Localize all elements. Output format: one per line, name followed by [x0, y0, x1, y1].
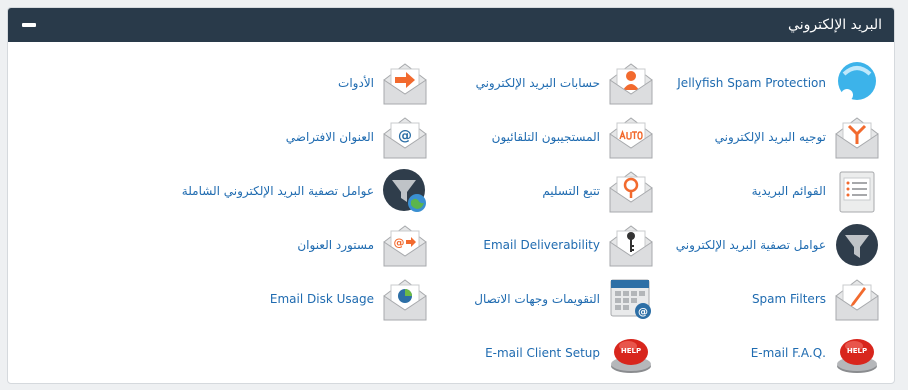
item-label: عوامل تصفية البريد الإلكتروني: [675, 238, 826, 252]
global-filter-icon: [382, 168, 428, 214]
email-routing-icon: [834, 114, 880, 160]
address-importer-icon: @: [382, 222, 428, 268]
item-label: Email Deliverability: [483, 238, 600, 252]
item-label: التقويمات وجهات الاتصال: [474, 292, 600, 306]
item-default-address[interactable]: @ العنوان الافتراضي: [158, 112, 428, 162]
item-label: E-mail Client Setup: [485, 346, 600, 360]
svg-text:@: @: [638, 307, 648, 318]
help-faq-icon: HELP: [834, 330, 880, 376]
track-delivery-icon: [608, 168, 654, 214]
item-label: تتبع التسليم: [542, 184, 600, 198]
email-accounts-icon: [608, 60, 654, 106]
default-address-icon: @: [382, 114, 428, 160]
help-client-setup-icon: HELP: [608, 330, 654, 376]
item-label: Email Disk Usage: [269, 292, 374, 306]
item-label: القوائم البريدية: [751, 184, 826, 198]
forwarders-arrow-icon: [382, 60, 428, 106]
email-panel: البريد الإلكتروني Jellyfish Spam Protect…: [7, 7, 895, 384]
deliverability-key-icon: [608, 222, 654, 268]
item-label: الأدوات: [338, 76, 374, 90]
item-forwarders[interactable]: الأدوات: [158, 58, 428, 108]
svg-text:@: @: [398, 128, 412, 144]
item-label: مستورد العنوان: [297, 238, 374, 252]
item-label: حسابات البريد الإلكتروني: [475, 76, 600, 90]
panel-title: البريد الإلكتروني: [788, 17, 882, 33]
item-label: Jellyfish Spam Protection: [677, 76, 826, 90]
item-email-client-setup[interactable]: HELP E-mail Client Setup: [384, 328, 654, 378]
panel-header: البريد الإلكتروني: [8, 8, 894, 42]
jellyfish-icon: [834, 60, 880, 106]
item-label: توجيه البريد الإلكتروني: [714, 130, 826, 144]
item-label: المستجيبون التلقائيون: [491, 130, 600, 144]
email-tools-grid: Jellyfish Spam Protection حسابات البريد …: [8, 42, 894, 383]
disk-usage-icon: [382, 276, 428, 322]
item-label: E-mail F.A.Q.: [750, 346, 826, 360]
calendar-contacts-icon: @: [608, 276, 654, 322]
svg-text:HELP: HELP: [621, 347, 641, 355]
mailing-lists-icon: [834, 168, 880, 214]
svg-text:HELP: HELP: [847, 347, 867, 355]
item-email-disk-usage[interactable]: Email Disk Usage: [158, 274, 428, 324]
item-label: العنوان الافتراضي: [285, 130, 374, 144]
svg-text:@: @: [394, 236, 405, 249]
collapse-button[interactable]: [22, 23, 36, 27]
item-label: عوامل تصفية البريد الإلكتروني الشاملة: [181, 184, 374, 198]
autoresponder-icon: [608, 114, 654, 160]
item-address-importer[interactable]: @ مستورد العنوان: [158, 220, 428, 270]
item-label: Spam Filters: [751, 292, 826, 306]
item-global-filters[interactable]: عوامل تصفية البريد الإلكتروني الشاملة: [158, 166, 428, 216]
email-filter-icon: [834, 222, 880, 268]
spam-filters-icon: [834, 276, 880, 322]
